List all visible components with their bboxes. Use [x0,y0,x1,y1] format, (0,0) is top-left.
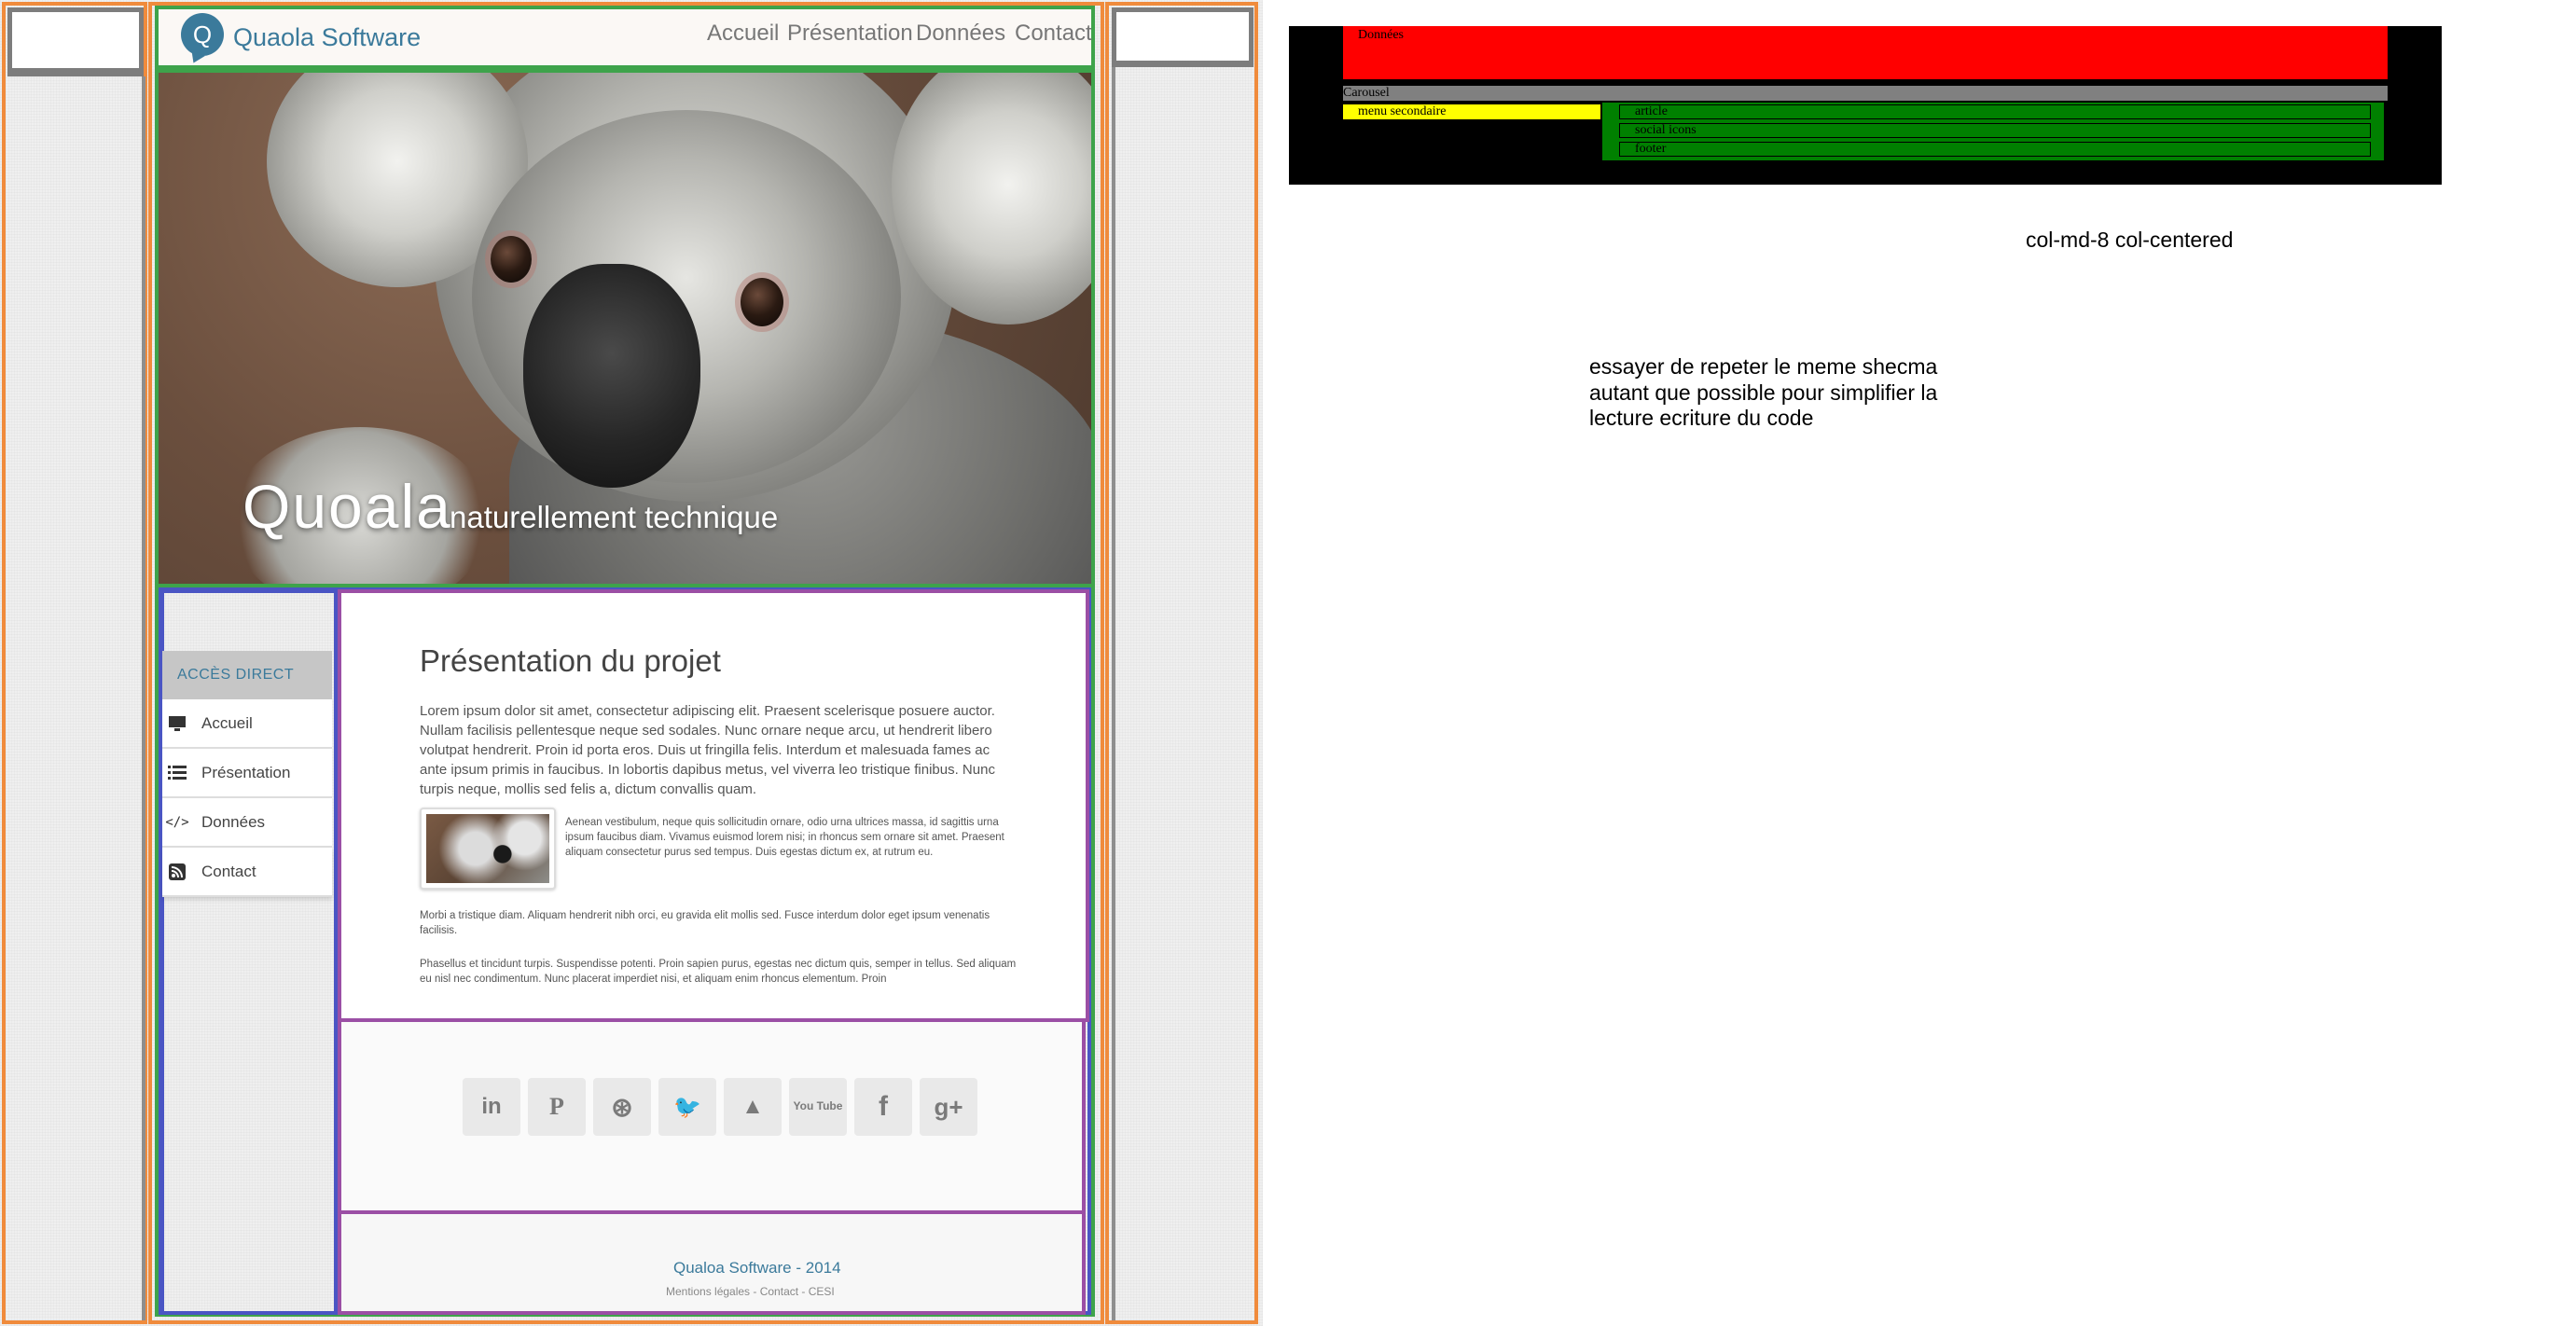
left-column-divider [7,73,144,76]
sidebar-title: ACCÈS DIRECT [162,651,332,699]
sidebar-item-label: Contact [201,862,256,880]
footer-brand: Qualoa Software - 2014 [673,1259,841,1277]
schema-label-menu: menu secondaire [1358,104,1447,118]
nav-accueil[interactable]: Accueil [707,21,779,47]
left-column-side-line [142,76,145,1320]
sidebar-item-label: Données [201,812,266,831]
brand-logo-letter: Q [192,20,213,48]
article-paragraph-4: Phasellus et tincidunt turpis. Suspendis… [420,959,1017,986]
advice-note: essayer de repeter le meme shecma autant… [1589,354,1938,431]
code-icon: </> [165,814,189,830]
list-icon [166,765,188,781]
hero-subtitle: naturellement technique [450,500,779,534]
youtube-icon[interactable]: You Tube [789,1078,847,1136]
left-column-header-box [7,7,144,73]
schema-article: article [1619,104,2371,119]
hero-title: Quoala [242,472,452,541]
sidebar-item-presentation[interactable]: Présentation [162,749,332,798]
article-paragraph-2: Aenean vestibulum, neque quis sollicitud… [565,817,1004,859]
googleplus-icon[interactable]: g+ [920,1078,977,1136]
right-column-outline [1105,2,1258,1324]
left-column-outline [2,2,147,1324]
article-paragraph-1: Lorem ipsum dolor sit amet, consectetur … [420,703,995,797]
right-column-side-line [1112,67,1115,1320]
twitter-icon[interactable]: 🐦 [658,1078,716,1136]
nav-presentation[interactable]: Présentation [787,21,913,47]
koala-thumbnail-image [426,814,549,883]
social-icons-row: in P ⊛ 🐦 ▲ You Tube f g+ [463,1078,985,1136]
article-title: Présentation du projet [420,643,721,678]
schema-header: Données [1343,26,2388,79]
sidebar-item-contact[interactable]: Contact [162,848,332,897]
right-column-header-box [1112,7,1253,65]
nav-donnees[interactable]: Données [916,21,1005,47]
sidebar-item-label: Accueil [201,713,253,732]
pinterest-icon[interactable]: P [528,1078,586,1136]
schema-footer: footer [1619,142,2371,157]
footer-links[interactable]: Mentions légales - Contact - CESI [666,1285,835,1298]
article-paragraph-3: Morbi a tristique diam. Aliquam hendreri… [420,910,990,937]
brand-logo[interactable]: Q [181,13,224,56]
facebook-icon[interactable]: f [854,1078,912,1136]
sidebar-item-label: Présentation [201,763,291,781]
schema-label-footer: footer [1635,142,1667,156]
vine-icon[interactable]: ▲ [724,1078,782,1136]
nav-contact[interactable]: Contact [1015,21,1092,47]
linkedin-icon[interactable]: in [463,1078,520,1136]
sidebar-item-donnees[interactable]: </> Données [162,798,332,848]
rss-icon [166,863,188,880]
grid-note: col-md-8 col-centered [2026,228,2234,252]
schema-menu: menu secondaire [1343,104,1600,119]
schema-carousel: Carousel [1343,86,2388,101]
schema-label-donnees: Données [1358,28,1404,42]
dribbble-icon[interactable]: ⊛ [593,1078,651,1136]
sidebar-item-accueil[interactable]: Accueil [162,699,332,749]
schema-label-article: article [1635,104,1668,118]
schema-label-social: social icons [1635,123,1697,137]
monitor-icon [166,715,188,732]
schema-label-carousel: Carousel [1343,86,1390,100]
right-column-divider [1112,62,1253,67]
article-thumbnail [420,808,556,890]
brand-name[interactable]: Quaola Software [233,23,421,52]
schema-social: social icons [1619,123,2371,138]
